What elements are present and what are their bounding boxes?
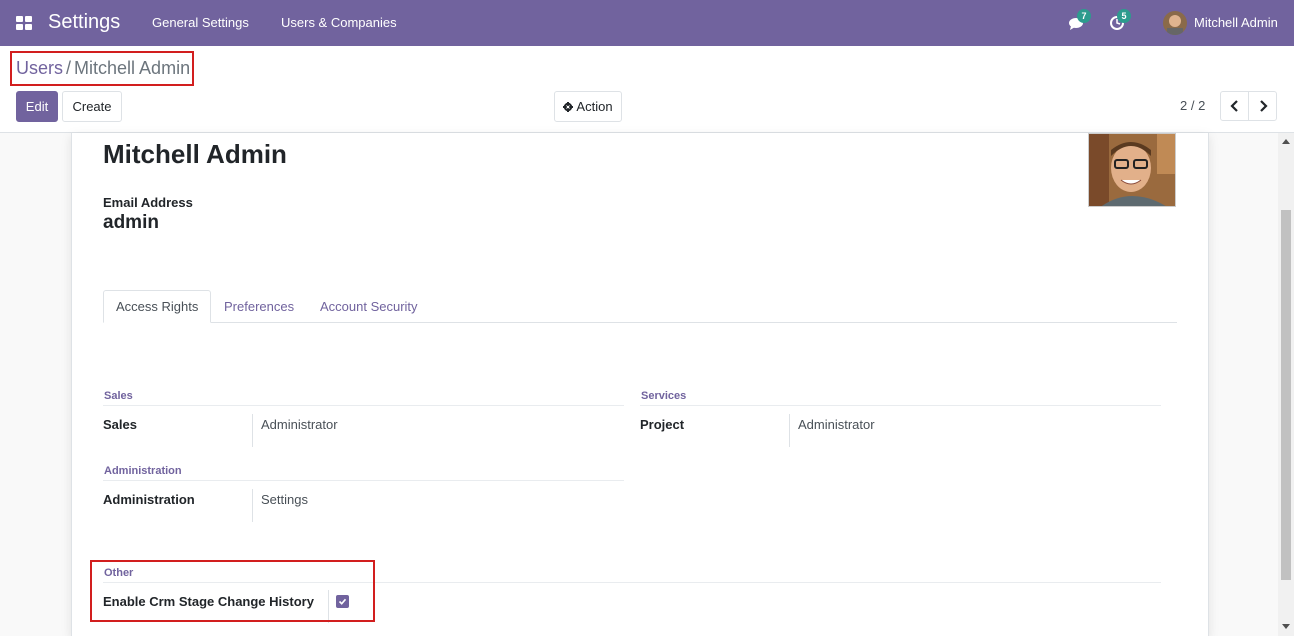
field-value-project[interactable]: Administrator [798,417,875,432]
pager-previous-button[interactable] [1220,91,1249,121]
tab-access-rights[interactable]: Access Rights [103,290,212,323]
breadcrumb: Users / Mitchell Admin [16,58,190,79]
field-label-administration: Administration [103,492,195,507]
control-panel: Users / Mitchell Admin Edit Create Action … [0,46,1294,133]
email-value: admin [103,212,159,233]
group-title-administration: Administration [104,465,182,477]
field-divider [789,414,790,447]
action-button[interactable]: Action [554,91,622,122]
create-button[interactable]: Create [62,91,122,122]
chevron-left-icon [1229,100,1238,112]
field-label-project: Project [640,417,685,432]
scroll-down-icon[interactable] [1282,624,1290,629]
activities-badge: 5 [1117,9,1131,23]
user-menu-name[interactable]: Mitchell Admin [1194,15,1278,30]
breadcrumb-current: Mitchell Admin [74,58,191,78]
field-value-sales[interactable]: Administrator [261,417,338,432]
pager-value[interactable]: 2 / 2 [1180,98,1205,113]
menu-general-settings[interactable]: General Settings [152,15,249,30]
pager-next-button[interactable] [1248,91,1277,121]
scroll-up-icon[interactable] [1282,139,1290,144]
field-label-sales: Sales [103,417,137,432]
field-divider [252,414,253,447]
tab-preferences[interactable]: Preferences [212,290,306,323]
gear-icon [563,101,574,112]
other-group-highlight [90,560,375,622]
group-title-sales: Sales [104,390,133,402]
edit-button[interactable]: Edit [16,91,58,122]
menu-users-companies[interactable]: Users & Companies [281,15,397,30]
group-title-services: Services [641,390,687,402]
record-name: Mitchell Admin [103,139,287,169]
group-separator [103,405,624,406]
group-separator [103,480,624,481]
group-separator [640,405,1161,406]
tab-account-security[interactable]: Account Security [308,290,430,323]
field-value-administration[interactable]: Settings [261,492,308,507]
scroll-thumb[interactable] [1281,210,1291,580]
user-avatar[interactable] [1163,11,1187,35]
apps-grid-icon[interactable] [16,16,32,30]
user-photo[interactable] [1088,133,1176,207]
email-label: Email Address [103,195,193,210]
app-title[interactable]: Settings [48,11,120,34]
messages-badge: 7 [1077,9,1091,23]
field-divider [252,489,253,522]
messages-button[interactable]: 7 [1068,9,1091,32]
chevron-right-icon [1259,100,1268,112]
action-label: Action [576,99,613,114]
breadcrumb-users[interactable]: Users [16,58,63,78]
page-scrollbar[interactable] [1278,133,1294,636]
activities-button[interactable]: 5 [1108,9,1131,32]
breadcrumb-separator: / [66,58,72,78]
top-navbar: Settings General Settings Users & Compan… [0,0,1294,46]
